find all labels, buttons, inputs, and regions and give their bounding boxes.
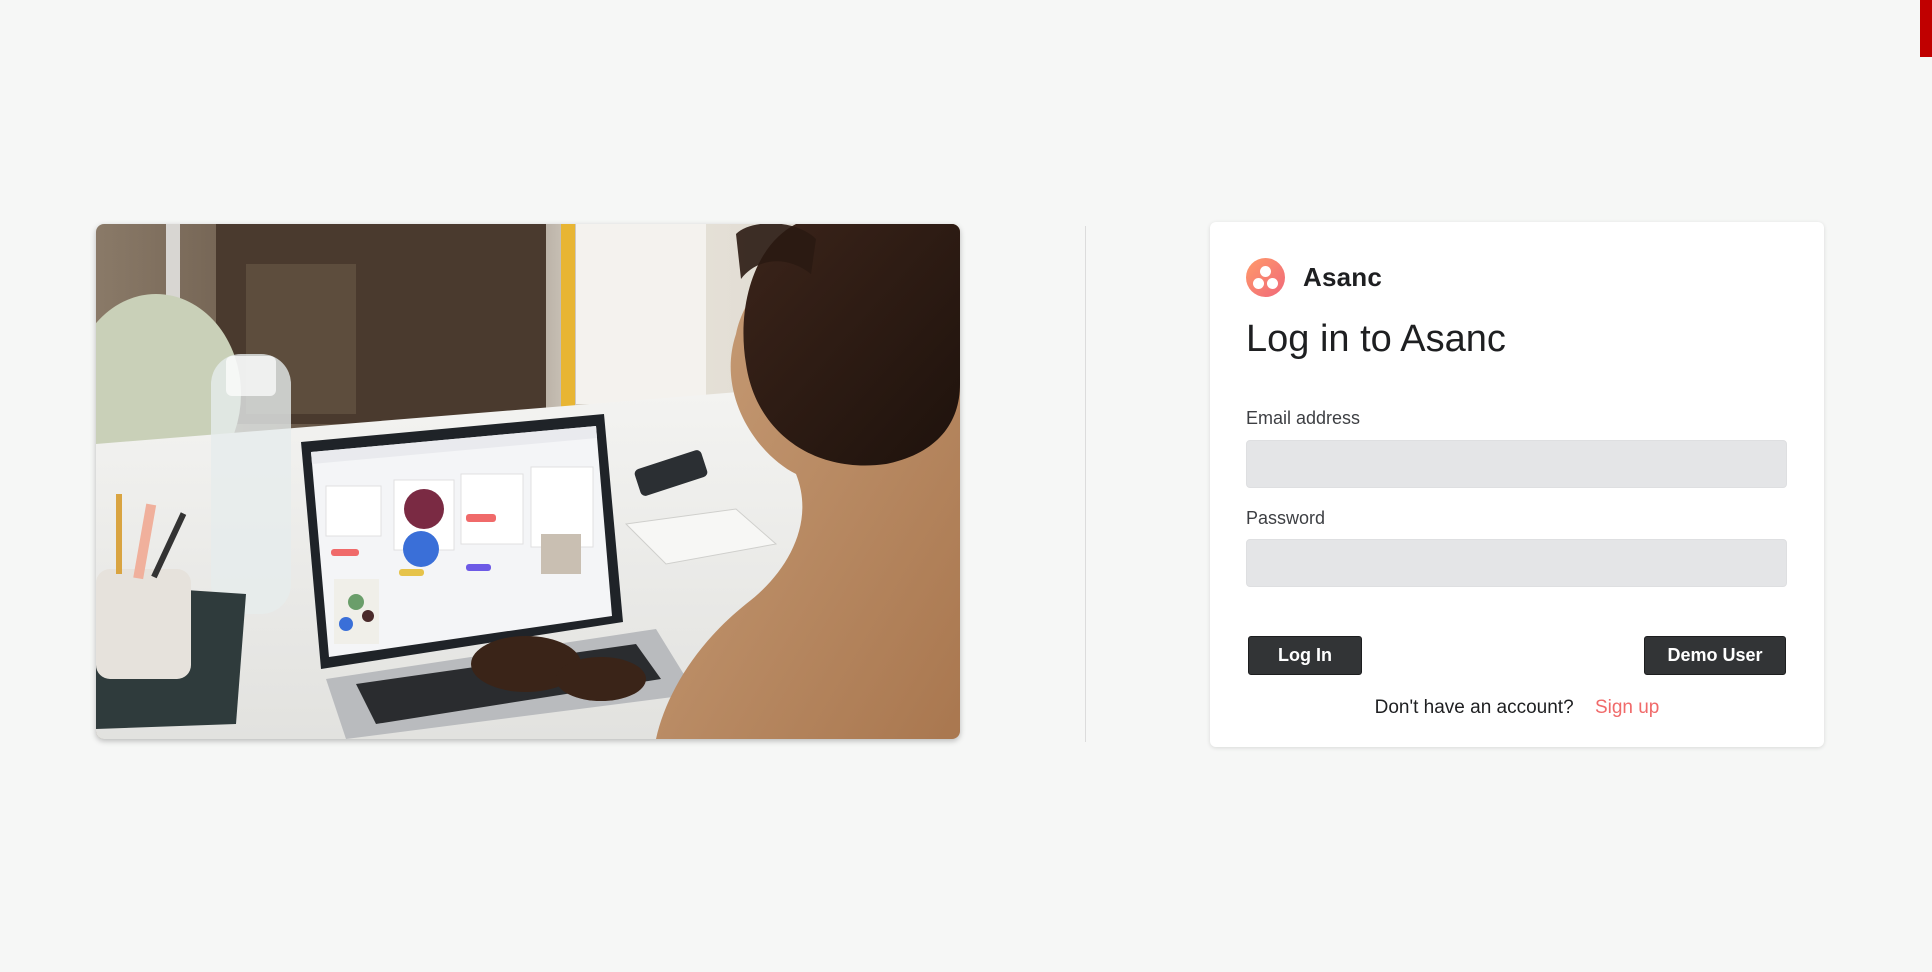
corner-marker <box>1920 0 1932 57</box>
signup-row: Don't have an account? Sign up <box>1210 697 1824 719</box>
hero-photo <box>96 224 960 739</box>
password-label: Password <box>1246 508 1326 528</box>
login-card: Asanc Log in to Asanc Email address Pass… <box>1210 222 1824 747</box>
password-field[interactable] <box>1246 539 1787 587</box>
no-account-text: Don't have an account? <box>1374 697 1574 718</box>
login-heading: Log in to Asanc <box>1246 318 1506 360</box>
brand-name: Asanc <box>1303 262 1383 292</box>
three-dots-logo-icon <box>1246 258 1285 297</box>
signup-link[interactable]: Sign up <box>1595 697 1659 718</box>
brand-header: Asanc <box>1246 258 1382 297</box>
email-field[interactable] <box>1246 440 1787 488</box>
vertical-divider <box>1085 226 1086 742</box>
hero-illustration <box>96 224 960 739</box>
login-page: Asanc Log in to Asanc Email address Pass… <box>0 0 1932 972</box>
email-label: Email address <box>1246 408 1361 428</box>
login-button[interactable]: Log In <box>1248 636 1362 675</box>
demo-user-button[interactable]: Demo User <box>1644 636 1786 675</box>
